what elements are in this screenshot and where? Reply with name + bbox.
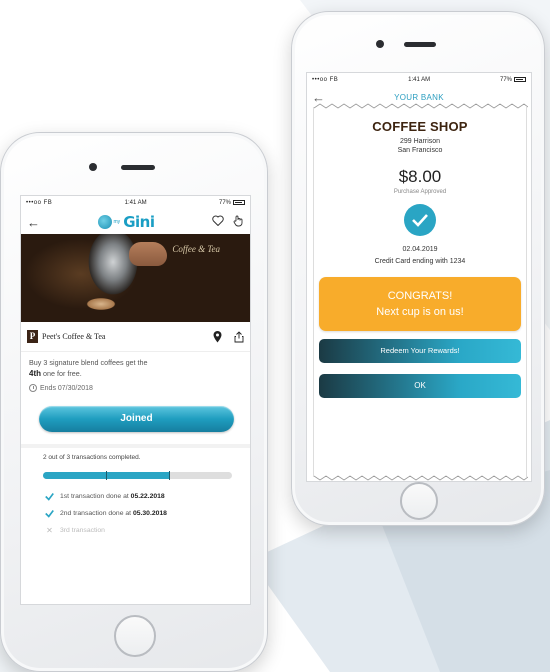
- peets-logo: P: [27, 330, 38, 343]
- earpiece-speaker: [404, 42, 436, 47]
- progress-milestone-1: [106, 471, 107, 481]
- receipt-torn-edge-top: [314, 103, 528, 109]
- congrats-title: CONGRATS!: [387, 289, 453, 302]
- merchant-name: Peet's Coffee & Tea: [42, 332, 106, 341]
- merchant-identity: P Peet's Coffee & Tea: [27, 330, 105, 343]
- battery-percent: 77%: [499, 77, 512, 84]
- heart-icon[interactable]: [212, 215, 224, 229]
- ok-button[interactable]: OK: [319, 373, 521, 398]
- battery-indicator: 77%: [218, 199, 245, 207]
- merchant-row: P Peet's Coffee & Tea: [21, 322, 250, 352]
- gini-logo: my Gini: [97, 213, 155, 231]
- progress-label: 2 out of 3 transactions completed.: [43, 454, 141, 462]
- progress-milestone-2: [169, 471, 170, 481]
- battery-percent: 77%: [218, 200, 231, 207]
- shop-address: 299 Harrison San Francisco: [314, 137, 526, 156]
- purchase-amount: $8.00: [398, 166, 442, 186]
- offer-description: Buy 3 signature blend coffees get the 4t…: [21, 352, 250, 380]
- carrier-label: •••oo FB: [26, 200, 53, 206]
- check-circle-icon: [404, 203, 436, 236]
- clock-time: 1:41 AM: [408, 77, 431, 83]
- merchant-actions: [213, 330, 244, 343]
- carrier-label: •••oo FB: [312, 77, 339, 83]
- right-phone: •••oo FB 1:41 AM 77% ← YOUR BANK COFFEE …: [291, 11, 545, 526]
- map-pin-icon[interactable]: [213, 330, 222, 343]
- shop-name: COFFEE SHOP: [372, 119, 468, 134]
- transaction-item-pending: ✕ 3rd transaction: [45, 522, 242, 539]
- transaction-list: 1st transaction done at 05.22.2018 2nd t…: [21, 479, 250, 539]
- arrow-left-icon[interactable]: ←: [312, 91, 325, 104]
- battery-icon: [233, 199, 245, 205]
- share-icon[interactable]: [234, 330, 244, 343]
- offer-highlight: 4th: [29, 369, 41, 379]
- transaction-text: 3rd transaction: [60, 527, 105, 535]
- coffee-pour-photo: Coffee & Tea: [21, 234, 250, 322]
- payment-card: Credit Card ending with 1234: [374, 257, 466, 265]
- battery-icon: [514, 76, 526, 82]
- close-icon: ✕: [46, 526, 53, 536]
- address-line-1: 299 Harrison: [399, 138, 441, 145]
- receipt-torn-edge-bottom: [314, 475, 528, 481]
- gini-offer-screen: •••oo FB 1:41 AM 77% ← my Gini Coffee & …: [20, 195, 251, 605]
- front-camera: [376, 40, 384, 48]
- status-bar: •••oo FB 1:41 AM 77%: [21, 196, 250, 210]
- home-button[interactable]: [114, 615, 156, 657]
- progress-bar: [43, 471, 232, 481]
- photo-brand-text: Coffee & Tea: [172, 244, 220, 254]
- battery-indicator: 77%: [499, 76, 526, 84]
- left-phone: •••oo FB 1:41 AM 77% ← my Gini Coffee & …: [0, 132, 268, 672]
- transaction-text: 2nd transaction done at 05.30.2018: [60, 510, 167, 517]
- receipt-card: COFFEE SHOP 299 Harrison San Francisco $…: [313, 103, 528, 481]
- hand-pointer-icon[interactable]: [232, 215, 244, 230]
- progress-section: 2 out of 3 transactions completed.: [21, 444, 250, 481]
- status-bar: •••oo FB 1:41 AM 77%: [307, 73, 531, 87]
- transaction-date: 05.30.2018: [132, 510, 167, 518]
- front-camera: [89, 163, 97, 171]
- clock-time: 1:41 AM: [124, 200, 147, 206]
- page-title: YOUR BANK: [394, 92, 444, 102]
- congrats-message: Next cup is on us!: [376, 305, 464, 318]
- home-button[interactable]: [400, 482, 438, 520]
- offer-expiry: Ends 07/30/2018: [21, 380, 250, 396]
- purchase-status: Purchase Approved: [393, 188, 447, 195]
- transaction-date: 05.22.2018: [130, 493, 165, 501]
- redeem-rewards-button[interactable]: Redeem Your Rewards!: [319, 338, 521, 363]
- photo-hand: [129, 242, 167, 266]
- purchase-date: 02.04.2019: [402, 245, 438, 253]
- gini-logo-sub: my: [113, 219, 121, 225]
- joined-button[interactable]: Joined: [39, 406, 234, 433]
- gini-logo-mark: [97, 215, 112, 229]
- top-nav: ← my Gini: [21, 210, 250, 234]
- bank-receipt-screen: •••oo FB 1:41 AM 77% ← YOUR BANK COFFEE …: [306, 72, 532, 482]
- congrats-banner: CONGRATS! Next cup is on us!: [319, 276, 521, 331]
- transaction-prefix: 2nd transaction done at: [60, 510, 133, 518]
- transaction-item: 2nd transaction done at 05.30.2018: [45, 505, 242, 522]
- arrow-left-icon[interactable]: ←: [27, 216, 40, 229]
- transaction-item: 1st transaction done at 05.22.2018: [45, 488, 242, 505]
- gini-logo-text: Gini: [123, 213, 155, 231]
- nav-actions: [212, 215, 244, 230]
- address-line-2: San Francisco: [397, 147, 443, 155]
- check-icon: [45, 493, 54, 501]
- offer-expiry-text: Ends 07/30/2018: [40, 384, 93, 392]
- offer-line-1: Buy 3 signature blend coffees get the: [29, 358, 148, 367]
- transaction-text: 1st transaction done at 05.22.2018: [60, 493, 165, 500]
- clock-icon: [29, 384, 37, 393]
- check-icon: [45, 510, 54, 518]
- offer-line-2: one for free.: [41, 369, 82, 379]
- transaction-prefix: 1st transaction done at: [60, 493, 131, 501]
- earpiece-speaker: [121, 165, 155, 170]
